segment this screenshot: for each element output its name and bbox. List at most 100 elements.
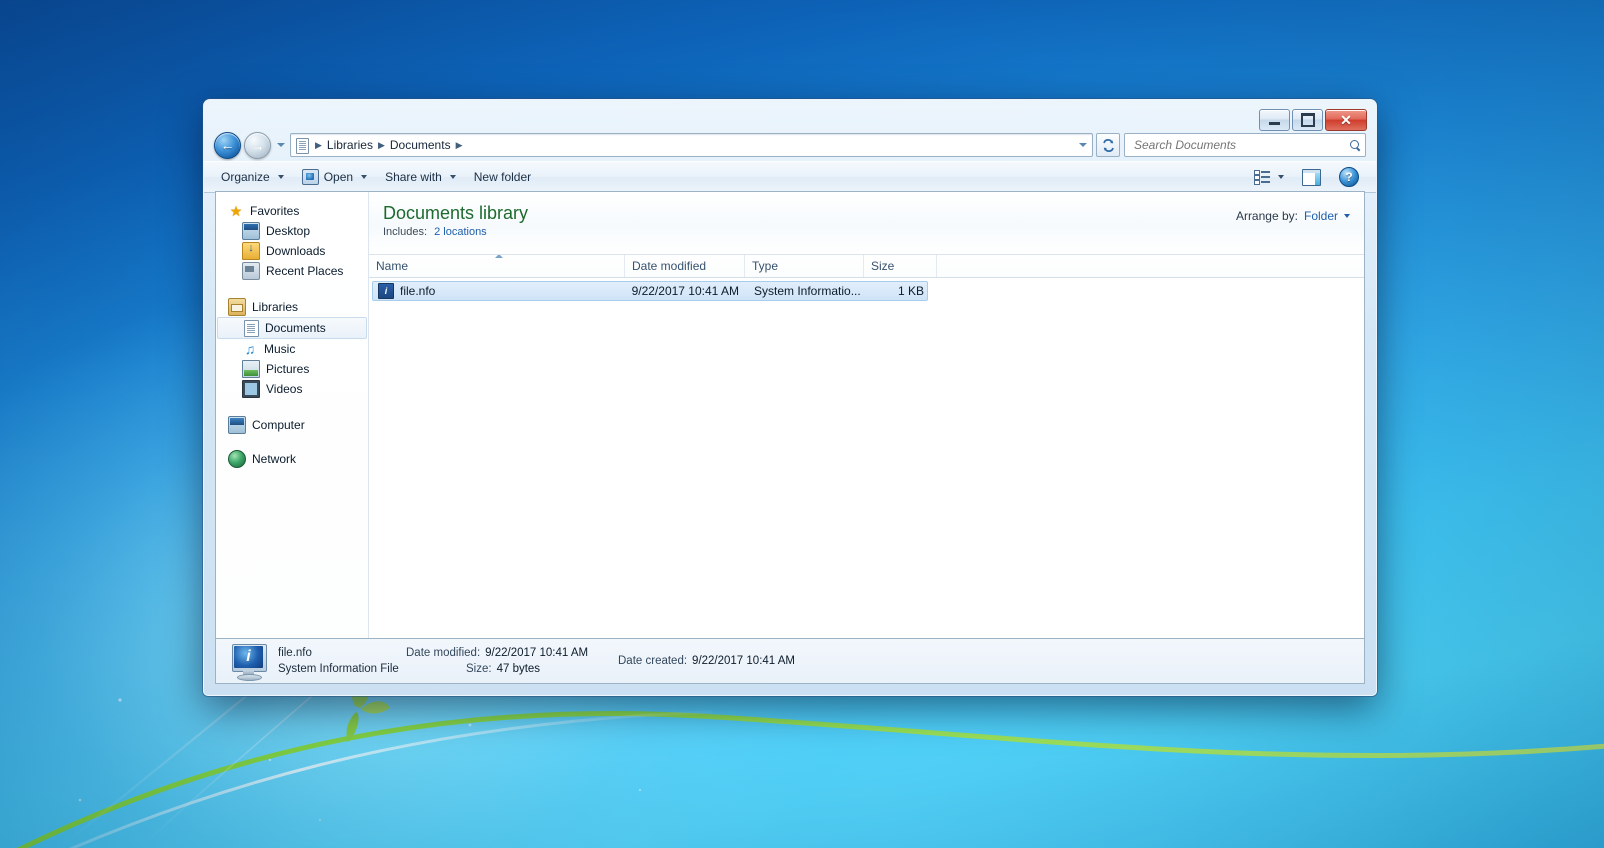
search-box[interactable] bbox=[1124, 133, 1366, 157]
details-size: Size: 47 bytes bbox=[406, 663, 618, 675]
recent-pages-dropdown[interactable] bbox=[274, 134, 288, 156]
nav-group-libraries: Libraries Documents ♫ Music Pictures Vid… bbox=[216, 297, 368, 399]
breadcrumb-separator: ▶ bbox=[315, 139, 322, 150]
network-icon bbox=[228, 450, 246, 468]
refresh-button[interactable] bbox=[1096, 133, 1120, 157]
file-list[interactable]: file.nfo 9/22/2017 10:41 AM System Infor… bbox=[369, 278, 1364, 638]
sidebar-item-label: Videos bbox=[266, 382, 303, 396]
arrange-by-value[interactable]: Folder bbox=[1304, 209, 1338, 223]
show-preview-pane-button[interactable] bbox=[1293, 165, 1330, 190]
arrange-by-control[interactable]: Arrange by: Folder bbox=[1236, 209, 1350, 223]
maximize-button[interactable] bbox=[1292, 109, 1323, 131]
change-view-button[interactable] bbox=[1245, 166, 1293, 188]
organize-button[interactable]: Organize bbox=[212, 166, 293, 188]
close-button[interactable]: ✕ bbox=[1325, 109, 1367, 131]
sidebar-item-label: Desktop bbox=[266, 224, 311, 238]
page-title: Documents library bbox=[383, 203, 529, 223]
open-button[interactable]: Open bbox=[293, 165, 376, 189]
sidebar-item-computer[interactable]: Computer bbox=[216, 415, 368, 435]
minimize-button[interactable] bbox=[1259, 109, 1290, 131]
breadcrumb[interactable]: ▶ Libraries ▶ Documents ▶ bbox=[290, 133, 1093, 157]
breadcrumb-item-documents[interactable]: Documents bbox=[387, 137, 454, 153]
content-pane: Documents library Includes: 2 locations … bbox=[369, 192, 1364, 638]
sidebar-item-label: Pictures bbox=[266, 362, 310, 376]
close-icon: ✕ bbox=[1340, 112, 1352, 128]
breadcrumb-history-dropdown[interactable] bbox=[1075, 143, 1090, 147]
help-button[interactable]: ? bbox=[1330, 163, 1368, 191]
sidebar-item-desktop[interactable]: Desktop bbox=[216, 221, 368, 241]
sidebar-item-label: Music bbox=[264, 342, 296, 356]
breadcrumb-item-libraries[interactable]: Libraries bbox=[324, 137, 376, 153]
sidebar-item-favorites[interactable]: ★ Favorites bbox=[216, 201, 368, 221]
new-folder-button[interactable]: New folder bbox=[465, 166, 540, 188]
column-header-filler bbox=[937, 255, 1364, 277]
chevron-down-icon bbox=[1344, 214, 1350, 218]
column-header-date-modified[interactable]: Date modified bbox=[625, 255, 745, 277]
column-header-label: Date modified bbox=[632, 259, 707, 273]
details-date-created-value: 9/22/2017 10:41 AM bbox=[692, 655, 795, 667]
sidebar-item-pictures[interactable]: Pictures bbox=[216, 359, 368, 379]
chevron-down-icon bbox=[1278, 175, 1284, 179]
navigation-pane[interactable]: ★ Favorites Desktop Downloads Recent Pla… bbox=[216, 192, 369, 638]
music-icon: ♫ bbox=[244, 341, 256, 357]
details-date-created-label: Date created: bbox=[618, 655, 688, 667]
maximize-icon bbox=[1300, 113, 1315, 127]
table-row[interactable]: file.nfo 9/22/2017 10:41 AM System Infor… bbox=[372, 281, 928, 301]
share-with-label: Share with bbox=[385, 170, 442, 184]
chevron-down-icon bbox=[277, 143, 285, 147]
command-bar: Organize Open Share with New folder ? bbox=[204, 161, 1376, 193]
sidebar-item-label: Downloads bbox=[266, 244, 326, 258]
search-input[interactable] bbox=[1132, 137, 1349, 153]
sidebar-item-videos[interactable]: Videos bbox=[216, 379, 368, 399]
details-created-column: Date created: 9/22/2017 10:41 AM bbox=[618, 655, 795, 667]
star-icon: ★ bbox=[229, 203, 243, 219]
sidebar-item-label: Network bbox=[252, 452, 297, 466]
details-file-name: file.nfo bbox=[278, 647, 312, 659]
forward-button[interactable]: → bbox=[244, 131, 271, 159]
new-folder-label: New folder bbox=[473, 170, 532, 184]
locations-link[interactable]: 2 locations bbox=[434, 226, 487, 238]
nav-group-favorites: ★ Favorites Desktop Downloads Recent Pla… bbox=[216, 201, 368, 281]
cell-size: 1 KB bbox=[897, 284, 924, 298]
documents-icon bbox=[244, 319, 259, 337]
minimize-icon bbox=[1269, 122, 1280, 125]
includes-label: Includes: bbox=[383, 226, 428, 238]
column-header-label: Type bbox=[752, 259, 779, 273]
chevron-down-icon bbox=[361, 175, 368, 179]
details-size-value: 47 bytes bbox=[496, 663, 541, 675]
cell-name: file.nfo bbox=[373, 283, 626, 299]
view-list-icon bbox=[1254, 170, 1270, 185]
search-icon[interactable] bbox=[1349, 139, 1362, 152]
details-pane: file.nfo System Information File Date mo… bbox=[215, 639, 1365, 684]
sidebar-item-libraries[interactable]: Libraries bbox=[216, 297, 368, 317]
sidebar-item-recent-places[interactable]: Recent Places bbox=[216, 261, 368, 281]
sidebar-item-music[interactable]: ♫ Music bbox=[216, 339, 368, 359]
library-folder-icon bbox=[295, 137, 310, 154]
pictures-icon bbox=[242, 360, 260, 378]
sidebar-item-downloads[interactable]: Downloads bbox=[216, 241, 368, 261]
details-date-modified: Date modified: 9/22/2017 10:41 AM bbox=[406, 647, 618, 659]
explorer-window: ✕ ← → ▶ Libraries ▶ Documents ▶ Search D… bbox=[203, 99, 1377, 696]
column-header-type[interactable]: Type bbox=[745, 255, 864, 277]
sidebar-item-network[interactable]: Network bbox=[216, 449, 368, 469]
sidebar-item-label: Documents bbox=[265, 321, 326, 335]
details-file-type: System Information File bbox=[278, 663, 399, 675]
details-size-label: Size: bbox=[466, 663, 492, 675]
column-header-size[interactable]: Size bbox=[864, 255, 937, 277]
file-name-label: file.nfo bbox=[400, 284, 436, 298]
details-date-size-column: Date modified: 9/22/2017 10:41 AM Size: … bbox=[406, 647, 618, 675]
nfo-file-icon bbox=[378, 283, 394, 299]
preview-pane-icon bbox=[1302, 168, 1321, 186]
share-with-button[interactable]: Share with bbox=[376, 166, 465, 188]
back-button[interactable]: ← bbox=[214, 131, 241, 159]
column-header-label: Name bbox=[376, 259, 409, 273]
sidebar-item-label: Libraries bbox=[252, 300, 299, 314]
sidebar-item-label: Recent Places bbox=[266, 264, 344, 278]
column-header-name[interactable]: Name bbox=[369, 255, 625, 277]
sidebar-item-label: Favorites bbox=[250, 204, 300, 218]
organize-label: Organize bbox=[221, 170, 270, 184]
sidebar-item-documents[interactable]: Documents bbox=[217, 317, 367, 339]
window-controls: ✕ bbox=[1259, 109, 1367, 131]
